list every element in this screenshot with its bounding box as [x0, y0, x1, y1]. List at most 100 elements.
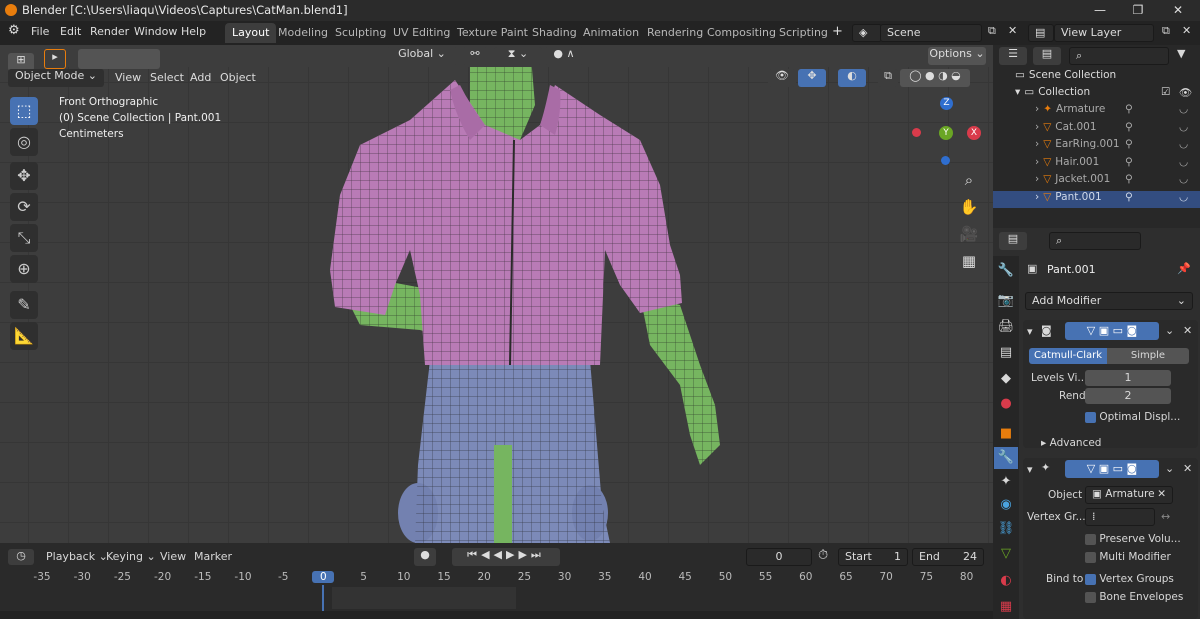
keying-menu[interactable]: Keying ⌄: [106, 550, 156, 563]
end-frame-field[interactable]: End 24: [912, 548, 984, 566]
subsurf-display-toggles[interactable]: ▽ ▣ ▭ ◙: [1065, 322, 1159, 340]
playback-menu[interactable]: Playback ⌄: [46, 550, 108, 563]
outliner-item[interactable]: › ▽ Cat.001 ⚲ ◡: [993, 121, 1200, 138]
pan-hand-icon[interactable]: ✋: [958, 196, 980, 218]
menu-file[interactable]: File: [31, 25, 49, 38]
outliner-item[interactable]: › ▽ Jacket.001 ⚲ ◡: [993, 173, 1200, 190]
eye-icon[interactable]: ◡: [1179, 138, 1188, 150]
menu-edit[interactable]: Edit: [60, 25, 81, 38]
properties-search-input[interactable]: ⌕: [1049, 232, 1141, 250]
outliner-item[interactable]: › ✦ Armature ⚲ ◡: [993, 103, 1200, 120]
outliner-item[interactable]: › ▽ Hair.001 ⚲ ◡: [993, 156, 1200, 173]
expand-icon[interactable]: ›: [1035, 138, 1039, 150]
modifier-icon[interactable]: ⚲: [1125, 191, 1133, 203]
object-mode-dropdown[interactable]: Object Mode ⌄: [8, 69, 104, 87]
data-tab-icon[interactable]: ▽: [994, 543, 1018, 565]
output-tab-icon[interactable]: 🖨: [994, 316, 1018, 338]
tab-sculpting[interactable]: Sculpting: [328, 23, 393, 43]
simple-button[interactable]: Simple: [1107, 348, 1189, 364]
tab-animation[interactable]: Animation: [576, 23, 646, 43]
modifier-icon[interactable]: ⚲: [1125, 156, 1133, 168]
texture-tab-icon[interactable]: ▦: [994, 596, 1018, 618]
collapse-icon[interactable]: ▾: [1015, 86, 1020, 98]
delete-view-layer-icon[interactable]: ✕: [1182, 24, 1191, 37]
tab-compositing[interactable]: Compositing: [700, 23, 783, 43]
snap-icon[interactable]: ⧗ ⌄: [494, 47, 542, 65]
annotate-tool-icon[interactable]: ✎: [10, 291, 38, 319]
select-tool-icon[interactable]: ⬚: [10, 97, 38, 125]
rotate-tool-icon[interactable]: ⟳: [10, 193, 38, 221]
view-layer-icon[interactable]: ▤: [1028, 24, 1054, 42]
particles-tab-icon[interactable]: ✦: [994, 471, 1018, 493]
collection-row[interactable]: ▾ ▭ Collection ☑ 👁: [993, 86, 1200, 103]
outliner-editor-type-icon[interactable]: ☰: [999, 47, 1027, 65]
armature-object-field[interactable]: ▣ Armature ✕: [1085, 486, 1173, 504]
new-view-layer-icon[interactable]: ⧉: [1162, 24, 1170, 38]
transform-orientation-dropdown[interactable]: Global ⌄: [386, 47, 458, 65]
scene-collection-row[interactable]: ▭ Scene Collection: [993, 69, 1200, 86]
zoom-icon[interactable]: ⌕: [958, 169, 980, 191]
viewport-menu-select[interactable]: Select: [150, 71, 184, 84]
minimize-icon[interactable]: —: [1086, 0, 1114, 21]
panel-collapse-icon[interactable]: ▾: [1027, 463, 1033, 476]
multi-modifier-checkbox[interactable]: Multi Modifier: [1085, 551, 1171, 563]
optimal-display-checkbox[interactable]: Optimal Displ...: [1085, 411, 1180, 423]
expand-icon[interactable]: ›: [1035, 121, 1039, 133]
modifier-icon[interactable]: ⚲: [1125, 103, 1133, 115]
world-tab-icon[interactable]: ●: [994, 393, 1018, 415]
expand-icon[interactable]: ›: [1035, 173, 1039, 185]
tab-scripting[interactable]: Scripting: [772, 23, 835, 43]
expand-icon[interactable]: ›: [1035, 156, 1039, 168]
modifier-menu-icon[interactable]: ⌄: [1165, 462, 1174, 475]
new-scene-icon[interactable]: ⧉: [988, 24, 996, 38]
object-tab-icon[interactable]: ■: [994, 423, 1018, 445]
camera-view-icon[interactable]: 🎥: [958, 223, 980, 245]
preview-range-icon[interactable]: ⏱: [818, 548, 828, 563]
gizmo-y-axis[interactable]: Y: [939, 126, 953, 140]
marker-menu[interactable]: Marker: [194, 550, 232, 563]
outliner-item[interactable]: › ▽ EarRing.001 ⚲ ◡: [993, 138, 1200, 155]
timeline-view-menu[interactable]: View: [160, 550, 186, 563]
measure-tool-icon[interactable]: 📐: [10, 322, 38, 350]
close-icon[interactable]: ✕: [1164, 0, 1192, 21]
vertex-groups-checkbox[interactable]: Vertex Groups: [1085, 573, 1174, 585]
add-modifier-dropdown[interactable]: Add Modifier ⌄: [1025, 292, 1193, 310]
selection-mode-buttons[interactable]: [78, 49, 160, 69]
render-levels-field[interactable]: 2: [1085, 388, 1171, 404]
constraints-tab-icon[interactable]: ⛓: [994, 518, 1018, 540]
viewport-menu-view[interactable]: View: [115, 71, 141, 84]
pin-icon[interactable]: 📌: [1177, 262, 1191, 275]
eye-icon[interactable]: ◡: [1179, 121, 1188, 133]
filter-icon[interactable]: ▼: [1177, 47, 1185, 60]
cursor-tool-icon[interactable]: ◎: [10, 128, 38, 156]
catmull-clark-button[interactable]: Catmull-Clark: [1029, 348, 1107, 364]
eye-icon[interactable]: ◡: [1179, 103, 1188, 115]
gizmo-neg-x-axis[interactable]: [912, 128, 921, 137]
current-frame-field[interactable]: 0: [746, 548, 812, 566]
transform-tool-icon[interactable]: ⊕: [10, 255, 38, 283]
material-tab-icon[interactable]: ◐: [994, 570, 1018, 592]
modifier-tab-icon[interactable]: 🔧: [994, 447, 1018, 469]
eye-icon[interactable]: 👁: [1179, 86, 1192, 99]
display-mode-icon[interactable]: ▤: [1033, 47, 1061, 65]
tab-modeling[interactable]: Modeling: [271, 23, 335, 43]
eye-icon[interactable]: ◡: [1179, 173, 1188, 185]
tool-tab-icon[interactable]: 🔧: [994, 260, 1018, 282]
outliner-item[interactable]: › ▽ Pant.001 ⚲ ◡: [993, 190, 1200, 208]
remove-modifier-icon[interactable]: ✕: [1183, 462, 1192, 475]
viewport-menu-object[interactable]: Object: [220, 71, 256, 84]
move-tool-icon[interactable]: ✥: [10, 162, 38, 190]
panel-collapse-icon[interactable]: ▾: [1027, 325, 1033, 338]
pivot-point-icon[interactable]: ⚯: [462, 47, 488, 65]
scene-name-field[interactable]: Scene: [880, 24, 982, 42]
expand-icon[interactable]: ›: [1035, 103, 1039, 115]
proportional-edit-icon[interactable]: ● ∧: [544, 47, 584, 65]
overlay-toggle-icon[interactable]: ◐: [838, 69, 866, 87]
physics-tab-icon[interactable]: ◉: [994, 494, 1018, 516]
blender-menu-icon[interactable]: ⚙: [8, 23, 20, 38]
render-tab-icon[interactable]: 📷: [994, 290, 1018, 312]
outliner-search-input[interactable]: ⌕: [1069, 47, 1169, 65]
options-dropdown[interactable]: Options ⌄: [928, 47, 986, 65]
scale-tool-icon[interactable]: ⤡: [10, 224, 38, 252]
visibility-icon[interactable]: 👁: [768, 69, 796, 87]
